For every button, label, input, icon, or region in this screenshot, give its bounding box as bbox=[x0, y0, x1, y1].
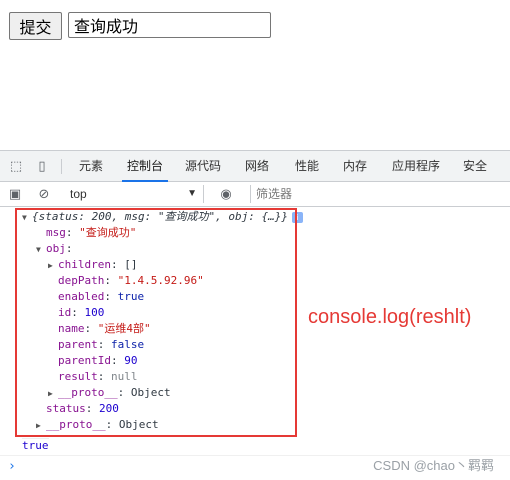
watermark: CSDN @chao丶羁羁 bbox=[373, 458, 494, 473]
device-toolbar-icon[interactable]: ▯ bbox=[34, 158, 50, 174]
tab-console[interactable]: 控制台 bbox=[122, 151, 168, 182]
context-value: top bbox=[70, 187, 87, 201]
filter-input[interactable]: 筛选器 bbox=[250, 185, 500, 203]
prompt-caret-icon: › bbox=[8, 459, 16, 474]
tab-performance[interactable]: 性能 bbox=[290, 151, 324, 181]
tab-application[interactable]: 应用程序 bbox=[386, 151, 446, 181]
tab-elements[interactable]: 元素 bbox=[74, 151, 108, 181]
clear-console-icon[interactable]: ⊘ bbox=[36, 186, 52, 202]
tab-network[interactable]: 网络 bbox=[240, 151, 274, 181]
log-true-output: true bbox=[22, 438, 49, 452]
devtools-tabbar: ⬚ ▯ 元素 控制台 源代码 网络 性能 内存 应用程序 安全 bbox=[0, 151, 510, 182]
context-select[interactable]: top ▼ bbox=[64, 185, 204, 203]
page-content: 提交 bbox=[0, 0, 510, 150]
highlight-box bbox=[15, 208, 297, 437]
console-filterbar: ▣ ⊘ top ▼ ◉ 筛选器 bbox=[0, 182, 510, 207]
chevron-down-icon: ▼ bbox=[187, 188, 197, 199]
tab-separator bbox=[61, 159, 62, 174]
sidebar-toggle-icon[interactable]: ▣ bbox=[7, 186, 23, 202]
submit-button[interactable]: 提交 bbox=[9, 12, 62, 40]
eye-icon[interactable]: ◉ bbox=[218, 186, 234, 202]
tab-sources[interactable]: 源代码 bbox=[180, 151, 226, 181]
inspect-element-icon[interactable]: ⬚ bbox=[8, 158, 24, 174]
annotation-text: console.log(reshlt) bbox=[308, 306, 472, 328]
tab-security[interactable]: 安全 bbox=[458, 151, 492, 181]
result-input[interactable] bbox=[68, 12, 271, 38]
tab-memory[interactable]: 内存 bbox=[338, 151, 372, 181]
